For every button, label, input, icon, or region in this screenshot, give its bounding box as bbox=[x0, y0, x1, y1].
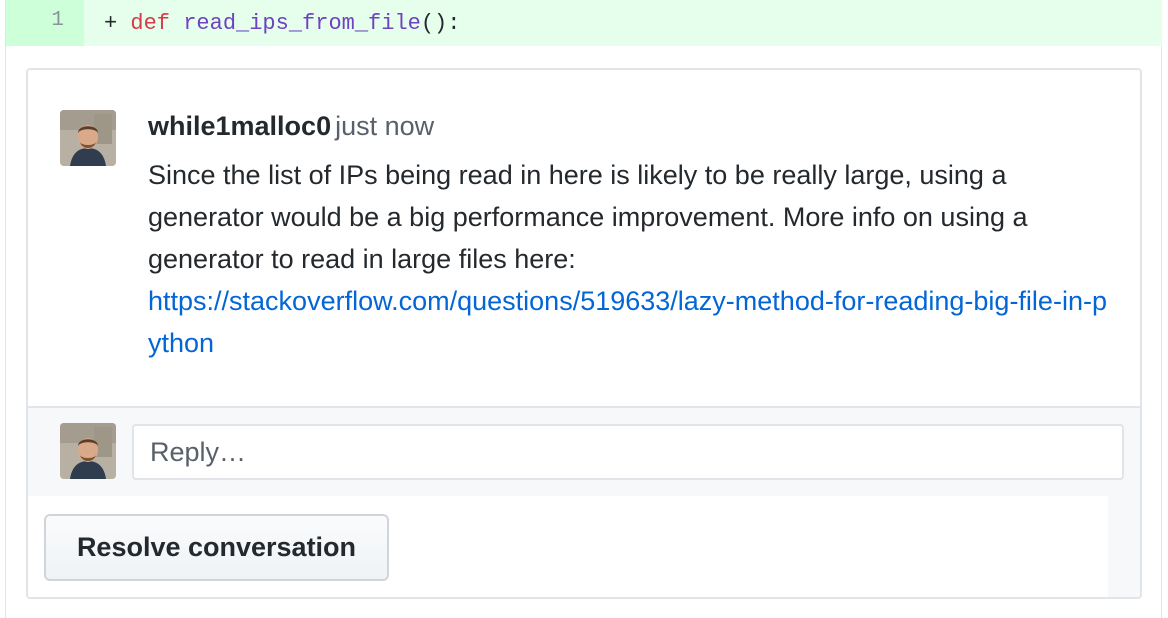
reply-input[interactable] bbox=[132, 424, 1124, 480]
code-function-name: read_ips_from_file bbox=[183, 11, 421, 36]
code-rest: (): bbox=[420, 11, 461, 36]
footer-gutter bbox=[1108, 496, 1140, 597]
avatar bbox=[60, 423, 116, 479]
diff-prefix: + bbox=[104, 11, 131, 36]
stackoverflow-link[interactable]: https://stackoverflow.com/questions/5196… bbox=[148, 286, 1107, 358]
diff-line: 1 + def read_ips_from_file(): bbox=[6, 0, 1162, 46]
comment-text: Since the list of IPs being read in here… bbox=[148, 160, 1028, 274]
avatar[interactable] bbox=[60, 110, 116, 166]
comment-timestamp[interactable]: just now bbox=[335, 111, 434, 141]
diff-code: + def read_ips_from_file(): bbox=[84, 0, 1162, 46]
comment-author[interactable]: while1malloc0 bbox=[148, 111, 331, 141]
resolve-conversation-button[interactable]: Resolve conversation bbox=[44, 514, 389, 581]
reply-area bbox=[28, 406, 1140, 498]
comment-header: while1malloc0 just now bbox=[148, 110, 434, 142]
review-comment: while1malloc0 just now Since the list of … bbox=[28, 70, 1140, 408]
review-thread: while1malloc0 just now Since the list of … bbox=[26, 68, 1142, 599]
comment-body: Since the list of IPs being read in here… bbox=[148, 154, 1118, 364]
code-keyword: def bbox=[130, 11, 171, 36]
thread-footer: Resolve conversation bbox=[28, 496, 1110, 597]
diff-line-number[interactable]: 1 bbox=[6, 0, 84, 46]
